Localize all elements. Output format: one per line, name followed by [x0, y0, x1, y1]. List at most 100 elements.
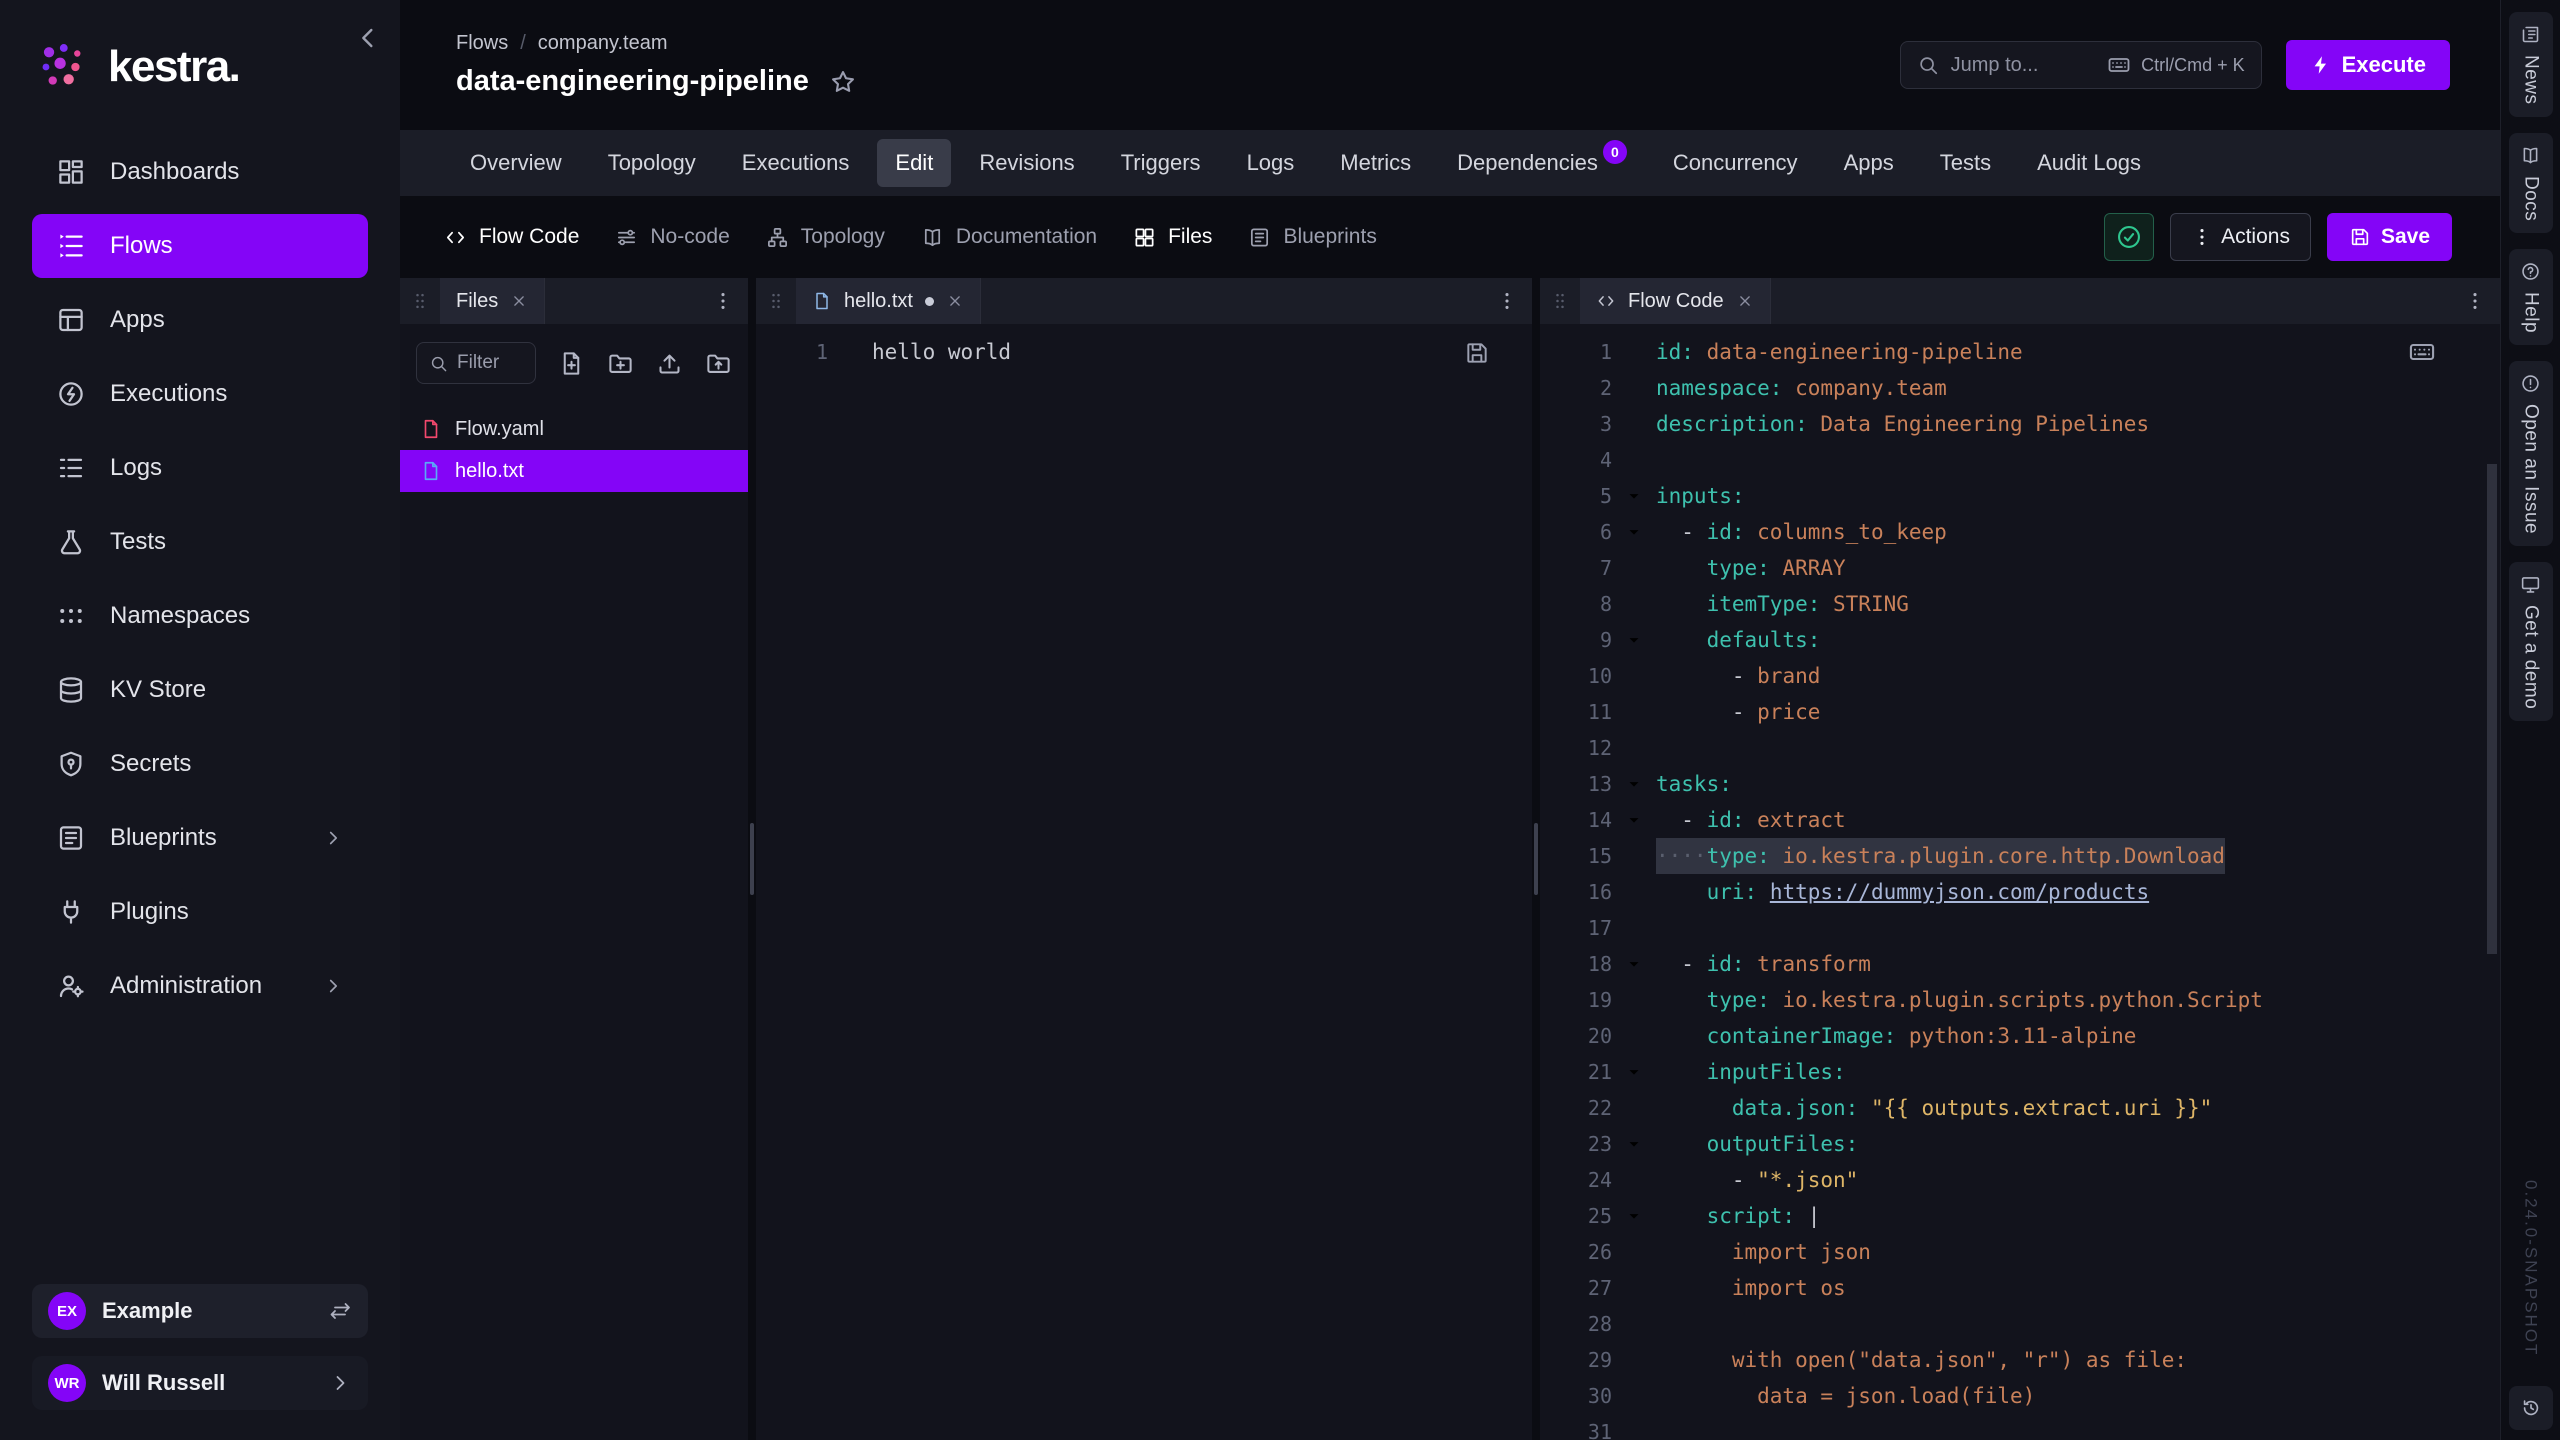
tab-concurrency[interactable]: Concurrency: [1655, 139, 1816, 187]
tab-topology[interactable]: Topology: [590, 139, 714, 187]
tab-logs[interactable]: Logs: [1229, 139, 1313, 187]
fold-icon[interactable]: [1612, 811, 1656, 829]
code-line[interactable]: 11 - price: [1540, 694, 2500, 730]
toolbar-item-blueprints[interactable]: Blueprints: [1248, 225, 1376, 249]
breadcrumb-flows[interactable]: Flows: [456, 32, 508, 55]
tab-dependencies[interactable]: Dependencies 0: [1439, 139, 1645, 187]
scrollbar-thumb[interactable]: [2487, 464, 2497, 954]
tab-overview[interactable]: Overview: [452, 139, 580, 187]
rail-help[interactable]: Help: [2509, 249, 2553, 345]
sidebar-item-executions[interactable]: Executions: [32, 362, 368, 426]
rail-get-a-demo[interactable]: Get a demo: [2509, 562, 2553, 721]
fold-icon[interactable]: [1612, 487, 1656, 505]
toolbar-item-documentation[interactable]: Documentation: [921, 225, 1097, 249]
history-button[interactable]: [2509, 1386, 2553, 1430]
tab-edit[interactable]: Edit: [877, 139, 951, 187]
code-line[interactable]: 23 outputFiles:: [1540, 1126, 2500, 1162]
hello-txt-tab[interactable]: hello.txt: [796, 278, 981, 324]
execute-button[interactable]: Execute: [2286, 40, 2450, 90]
code-line[interactable]: 30 data = json.load(file): [1540, 1378, 2500, 1414]
user-menu[interactable]: WR Will Russell: [32, 1356, 368, 1410]
code-line[interactable]: 28: [1540, 1306, 2500, 1342]
close-icon[interactable]: [1736, 292, 1754, 310]
code-line[interactable]: 26 import json: [1540, 1234, 2500, 1270]
tab-triggers[interactable]: Triggers: [1103, 139, 1219, 187]
rail-docs[interactable]: Docs: [2509, 133, 2553, 233]
sidebar-item-dashboards[interactable]: Dashboards: [32, 140, 368, 204]
code-line[interactable]: 14 - id: extract: [1540, 802, 2500, 838]
sidebar-item-secrets[interactable]: Secrets: [32, 732, 368, 796]
code-line[interactable]: 2namespace: company.team: [1540, 370, 2500, 406]
tab-apps[interactable]: Apps: [1826, 139, 1912, 187]
file-item-flow-yaml[interactable]: Flow.yaml: [400, 408, 748, 450]
kestra-logo[interactable]: kestra.: [38, 40, 362, 94]
fold-icon[interactable]: [1612, 1207, 1656, 1225]
jump-to-search-input[interactable]: Jump to... Ctrl/Cmd + K: [1900, 41, 2262, 89]
code-line[interactable]: 10 - brand: [1540, 658, 2500, 694]
sidebar-item-kv-store[interactable]: KV Store: [32, 658, 368, 722]
code-line[interactable]: 25 script: |: [1540, 1198, 2500, 1234]
code-line[interactable]: 31: [1540, 1414, 2500, 1440]
code-line[interactable]: 16 uri: https://dummyjson.com/products: [1540, 874, 2500, 910]
code-line[interactable]: 24 - "*.json": [1540, 1162, 2500, 1198]
code-line[interactable]: 8 itemType: STRING: [1540, 586, 2500, 622]
sidebar-item-tests[interactable]: Tests: [32, 510, 368, 574]
tenant-switcher[interactable]: EX Example: [32, 1284, 368, 1338]
rail-news[interactable]: News: [2509, 12, 2553, 117]
new-folder-button[interactable]: [607, 350, 634, 377]
sidebar-item-administration[interactable]: Administration: [32, 954, 368, 1018]
kebab-menu-icon[interactable]: [1496, 290, 1518, 312]
code-line[interactable]: 29 with open("data.json", "r") as file:: [1540, 1342, 2500, 1378]
filter-input[interactable]: Filter: [416, 342, 536, 384]
fold-icon[interactable]: [1612, 631, 1656, 649]
validation-status-button[interactable]: [2104, 213, 2154, 261]
panel-splitter[interactable]: [1532, 278, 1540, 1440]
flow-code-tab[interactable]: Flow Code: [1580, 278, 1771, 324]
files-tab[interactable]: Files: [440, 278, 545, 324]
toolbar-item-files[interactable]: Files: [1133, 225, 1212, 249]
flow-code-body[interactable]: 1id: data-engineering-pipeline2namespace…: [1540, 324, 2500, 1440]
tab-revisions[interactable]: Revisions: [961, 139, 1092, 187]
toolbar-item-flow-code[interactable]: Flow Code: [444, 225, 579, 249]
tab-metrics[interactable]: Metrics: [1322, 139, 1429, 187]
save-button[interactable]: Save: [2327, 213, 2452, 261]
drag-grip-icon[interactable]: [766, 289, 786, 313]
fold-icon[interactable]: [1612, 523, 1656, 541]
sidebar-item-logs[interactable]: Logs: [32, 436, 368, 500]
code-line[interactable]: 17: [1540, 910, 2500, 946]
code-line[interactable]: 1hello world: [756, 334, 1532, 370]
actions-button[interactable]: Actions: [2170, 213, 2311, 261]
tab-executions[interactable]: Executions: [724, 139, 868, 187]
text-editor-body[interactable]: 1hello world: [756, 324, 1532, 1440]
sidebar-item-flows[interactable]: Flows: [32, 214, 368, 278]
code-line[interactable]: 13tasks:: [1540, 766, 2500, 802]
toolbar-item-no-code[interactable]: No-code: [615, 225, 729, 249]
new-file-button[interactable]: [558, 350, 585, 377]
code-line[interactable]: 12: [1540, 730, 2500, 766]
import-file-button[interactable]: [656, 350, 683, 377]
file-item-hello-txt[interactable]: hello.txt: [400, 450, 748, 492]
sidebar-item-blueprints[interactable]: Blueprints: [32, 806, 368, 870]
code-line[interactable]: 4: [1540, 442, 2500, 478]
fold-icon[interactable]: [1612, 775, 1656, 793]
fold-icon[interactable]: [1612, 955, 1656, 973]
code-line[interactable]: 21 inputFiles:: [1540, 1054, 2500, 1090]
sidebar-item-namespaces[interactable]: Namespaces: [32, 584, 368, 648]
code-line[interactable]: 6 - id: columns_to_keep: [1540, 514, 2500, 550]
code-line[interactable]: 22 data.json: "{{ outputs.extract.uri }}…: [1540, 1090, 2500, 1126]
tab-audit-logs[interactable]: Audit Logs: [2019, 139, 2159, 187]
import-folder-button[interactable]: [705, 350, 732, 377]
code-line[interactable]: 5inputs:: [1540, 478, 2500, 514]
close-icon[interactable]: [510, 292, 528, 310]
drag-grip-icon[interactable]: [1550, 289, 1570, 313]
drag-grip-icon[interactable]: [410, 289, 430, 313]
toolbar-item-topology[interactable]: Topology: [766, 225, 885, 249]
breadcrumb-namespace[interactable]: company.team: [538, 32, 668, 55]
code-line[interactable]: 1id: data-engineering-pipeline: [1540, 334, 2500, 370]
code-line[interactable]: 15····type: io.kestra.plugin.core.http.D…: [1540, 838, 2500, 874]
sidebar-collapse-button[interactable]: [352, 22, 384, 54]
sidebar-item-plugins[interactable]: Plugins: [32, 880, 368, 944]
fold-icon[interactable]: [1612, 1135, 1656, 1153]
rail-open-an-issue[interactable]: Open an Issue: [2509, 361, 2553, 546]
sidebar-item-apps[interactable]: Apps: [32, 288, 368, 352]
